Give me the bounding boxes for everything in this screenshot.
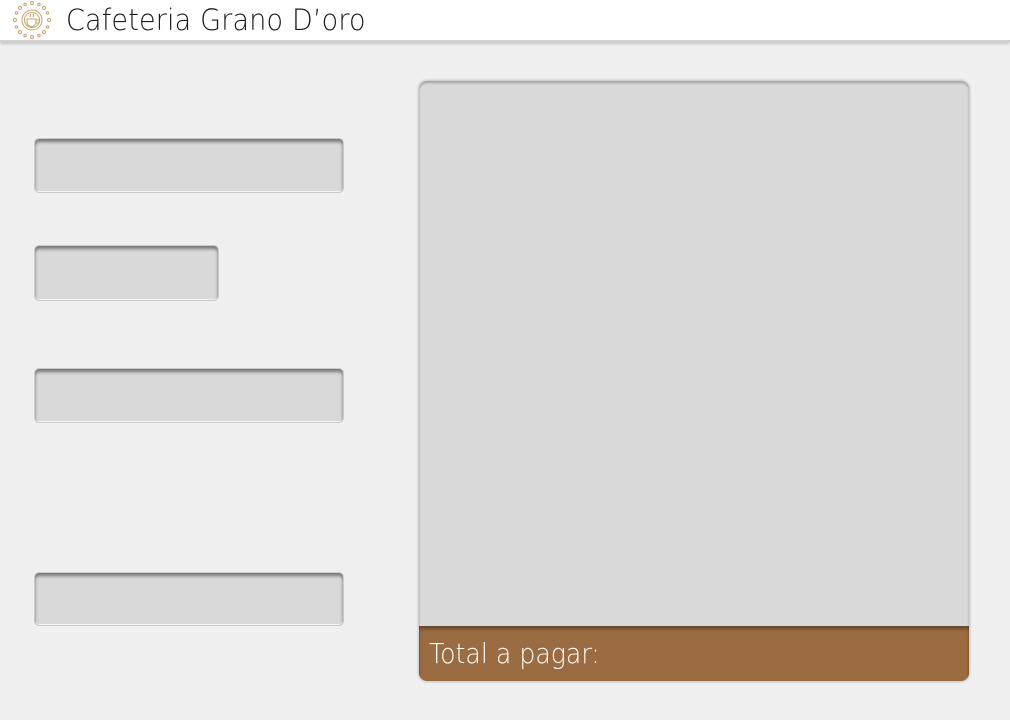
input-field-1[interactable]: [34, 138, 344, 193]
order-panel: Total a pagar:: [419, 81, 969, 681]
input-field-4[interactable]: [34, 572, 344, 626]
header-bar: Cafeteria Grano D’oro: [0, 0, 1010, 42]
order-list[interactable]: [419, 81, 969, 626]
input-field-2[interactable]: [34, 245, 219, 301]
total-label: Total a pagar:: [429, 637, 600, 670]
total-bar: Total a pagar:: [419, 626, 969, 681]
coffee-sun-logo-icon: [13, 1, 51, 39]
app-window: Cafeteria Grano D’oro Total a pagar:: [0, 0, 1010, 720]
app-title: Cafeteria Grano D’oro: [66, 3, 366, 37]
input-field-3[interactable]: [34, 368, 344, 423]
